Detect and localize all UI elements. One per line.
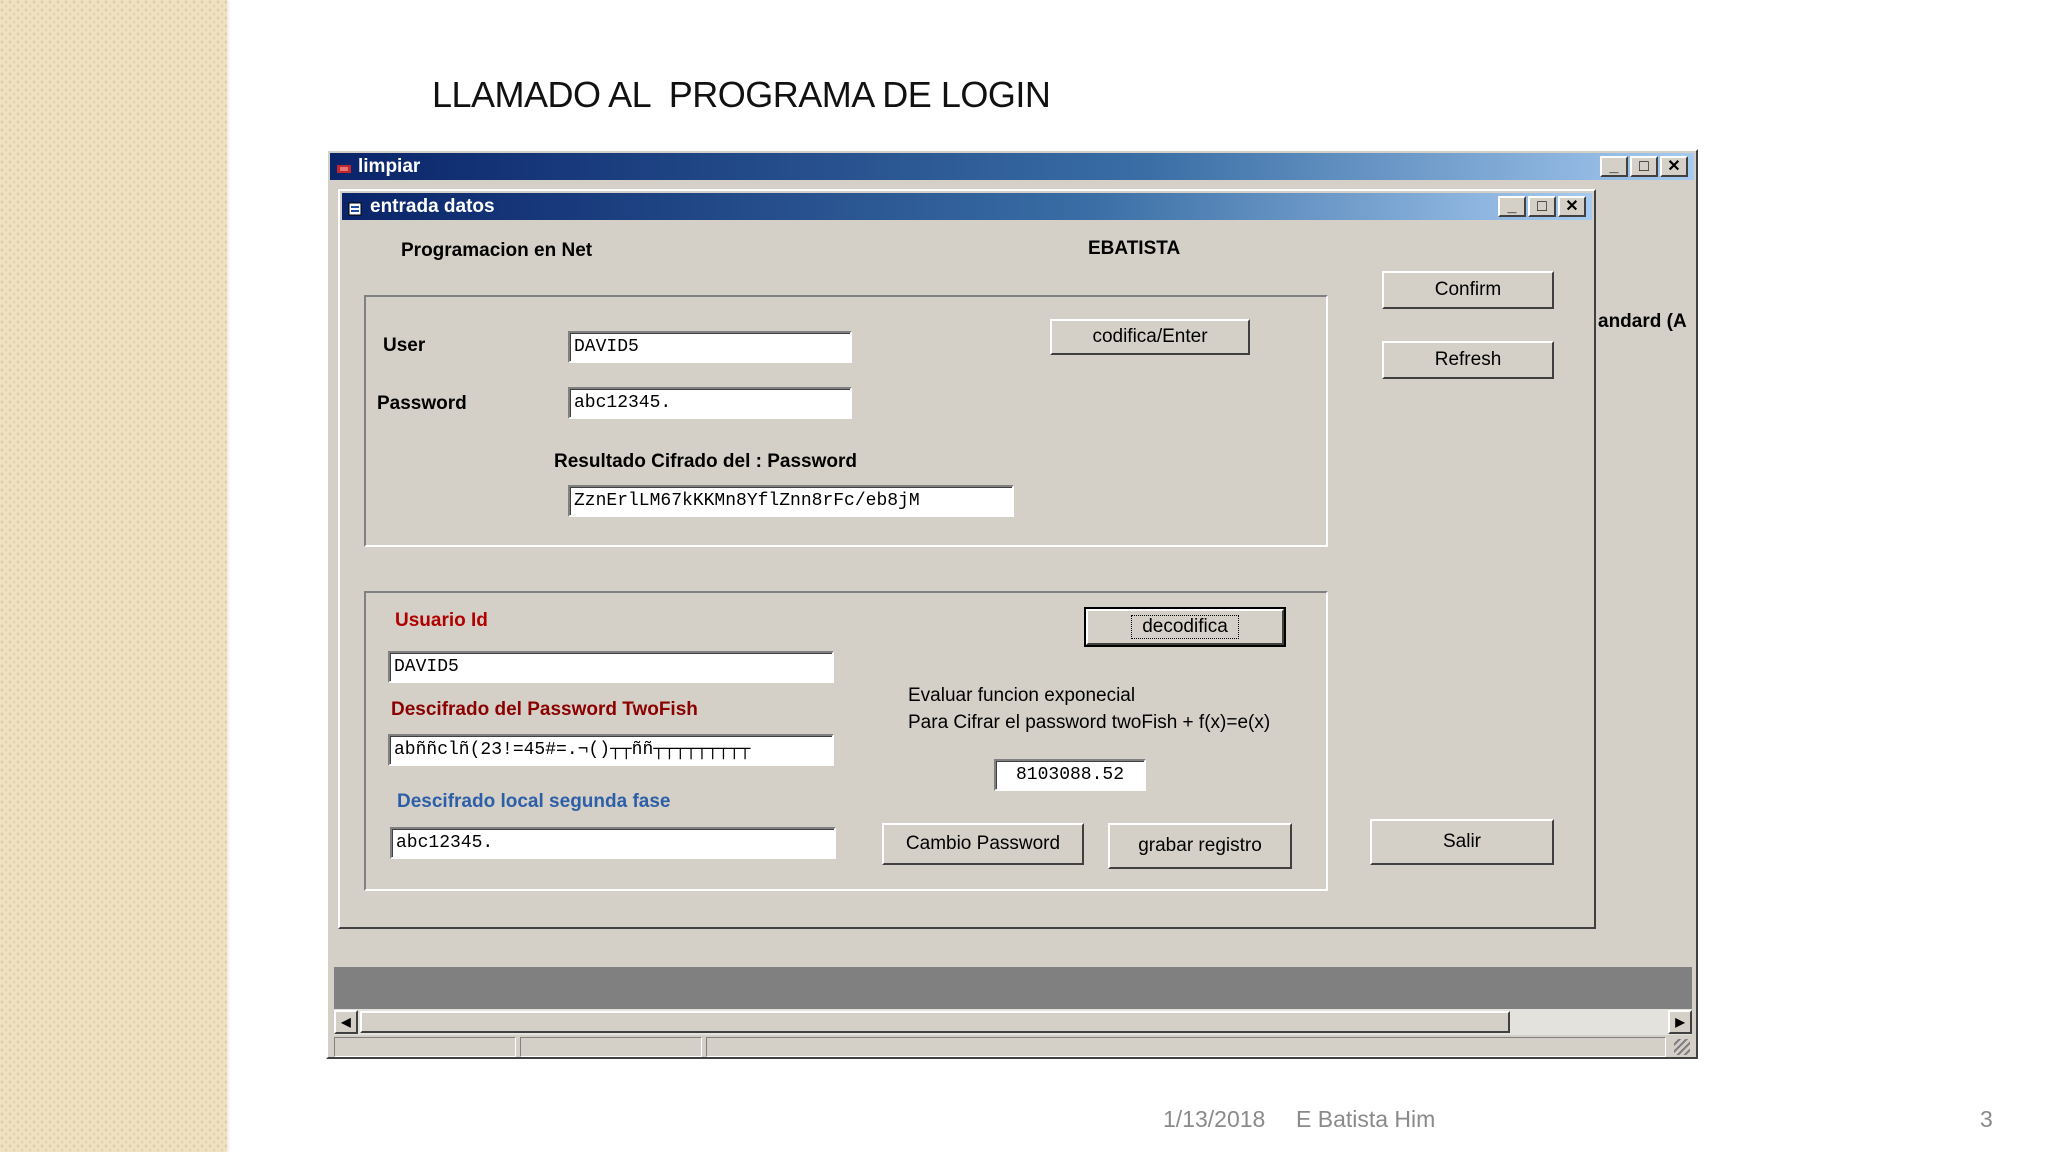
usuario-id-label: Usuario Id [395,610,488,631]
resize-grip-icon[interactable] [1674,1039,1690,1055]
outer-titlebar[interactable]: limpiar _ □ ✕ [330,153,1694,180]
exponential-value-field[interactable]: 8103088.52 [994,759,1146,791]
refresh-button[interactable]: Refresh [1382,341,1554,379]
decodifica-button[interactable]: decodifica [1084,607,1286,647]
usuario-id-input[interactable]: DAVID5 [388,651,834,683]
header-program-label: Programacion en Net [401,240,593,261]
close-icon[interactable]: ✕ [1660,156,1688,177]
maximize-icon[interactable]: □ [1528,196,1556,217]
minimize-icon[interactable]: _ [1498,196,1526,217]
inner-window-controls: _ □ ✕ [1498,196,1586,217]
scrollbar-thumb[interactable] [360,1011,1510,1033]
header-user-label: EBATISTA [1088,238,1181,259]
status-panel [520,1037,702,1057]
descifrado-field[interactable]: abññclñ(23!=45#=.¬()┬┬ññ┬┬┬┬┬┬┬┬┬ [388,734,834,766]
slide-title: LLAMADO AL PROGRAMA DE LOGIN [432,74,1051,115]
scroll-right-icon[interactable]: ▶ [1668,1010,1692,1034]
status-panel [334,1037,516,1057]
mdi-background [334,967,1692,1009]
page-number: 3 [1980,1106,1993,1132]
user-input[interactable]: DAVID5 [568,331,852,363]
inner-titlebar[interactable]: entrada datos _ □ ✕ [342,193,1592,220]
cambio-password-button[interactable]: Cambio Password [882,823,1084,865]
maximize-icon[interactable]: □ [1630,156,1658,177]
partial-label: andard (A [1598,311,1687,332]
inner-window-title: entrada datos [370,195,495,217]
password-label: Password [377,393,467,414]
scroll-left-icon[interactable]: ◀ [334,1010,358,1034]
local-fase-label: Descifrado local segunda fase [397,791,671,812]
close-icon[interactable]: ✕ [1558,196,1586,217]
salir-button[interactable]: Salir [1370,819,1554,865]
inner-window: entrada datos _ □ ✕ Programacion en Net … [338,189,1596,929]
eval-line-1: Evaluar funcion exponecial [908,685,1136,706]
confirm-button[interactable]: Confirm [1382,271,1554,309]
encrypted-result-field[interactable]: ZznErlLM67kKKMn8YflZnn8rFc/eb8jM [568,485,1014,517]
local-fase-field[interactable]: abc12345. [390,827,836,859]
descifrado-label: Descifrado del Password TwoFish [391,699,698,720]
form-icon [348,200,364,215]
footer-date: 1/13/2018 [1163,1106,1266,1132]
status-panel [706,1037,1666,1057]
result-label: Resultado Cifrado del : Password [554,451,857,472]
user-label: User [383,335,426,356]
codifica-button[interactable]: codifica/Enter [1050,319,1250,355]
status-bar [334,1037,1692,1057]
grabar-registro-button[interactable]: grabar registro [1108,823,1292,869]
app-icon [336,160,352,174]
slide-decorative-band [0,0,227,1152]
outer-window-title: limpiar [358,155,421,177]
horizontal-scrollbar[interactable]: ◀ ▶ [334,1009,1692,1035]
outer-window-controls: _ □ ✕ [1600,156,1688,177]
minimize-icon[interactable]: _ [1600,156,1628,177]
footer-author: E Batista Him [1296,1106,1436,1132]
eval-line-2: Para Cifrar el password twoFish + f(x)=e… [908,712,1271,733]
decodifica-label: decodifica [1131,615,1239,639]
password-input[interactable]: abc12345. [568,387,852,419]
